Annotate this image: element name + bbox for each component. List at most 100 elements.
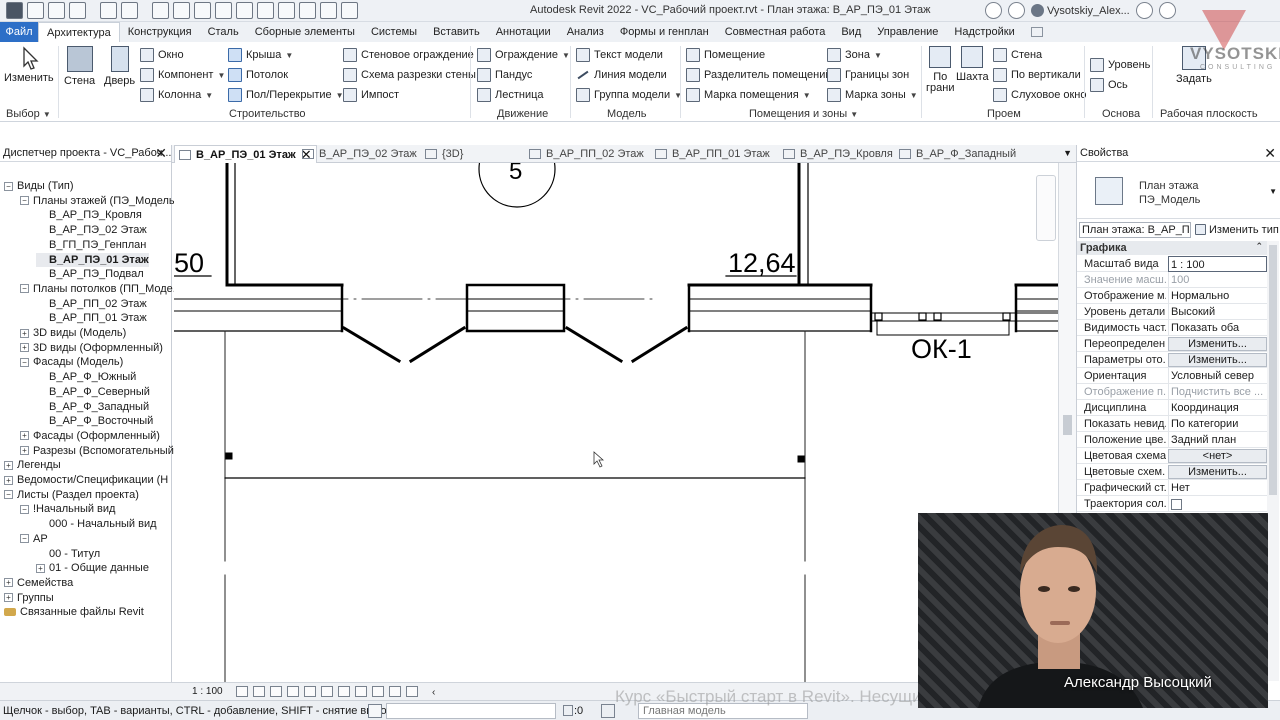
tab-collaborate[interactable]: Совместная работа xyxy=(717,22,834,42)
properties-scrollbar[interactable] xyxy=(1267,241,1279,681)
tree-node[interactable]: − Планы потолков (ПП_Моде... xyxy=(20,282,182,296)
tree-node[interactable]: В_ГП_ПЭ_Генплан xyxy=(36,238,146,252)
scroll-left-icon[interactable]: ‹ xyxy=(432,687,435,698)
search-icon[interactable] xyxy=(1008,2,1025,19)
temporary-hide-icon[interactable] xyxy=(355,686,367,697)
stair-button[interactable]: Лестница xyxy=(477,87,544,103)
text-icon[interactable] xyxy=(236,2,253,19)
document-tab[interactable]: В_АР_ПЭ_01 Этаж ✕ xyxy=(174,145,317,163)
floor-button[interactable]: Пол/Перекрытие ▼ xyxy=(228,87,344,103)
model-group-button[interactable]: Группа модели ▼ xyxy=(576,87,682,103)
railing-button[interactable]: Ограждение ▼ xyxy=(477,47,570,63)
worksharing-display-icon[interactable] xyxy=(389,686,401,697)
tree-node[interactable]: +3D виды (Оформленный) xyxy=(20,341,163,355)
dimension-right-text[interactable]: 12,64 xyxy=(728,248,796,278)
grid-button[interactable]: Ось xyxy=(1090,77,1128,93)
expand-icon[interactable]: + xyxy=(20,328,29,338)
sun-path-checkbox[interactable] xyxy=(1171,499,1182,510)
wall-button[interactable]: Стена xyxy=(64,46,95,87)
tree-node[interactable]: − Виды (Тип) xyxy=(4,179,74,193)
tab-architecture[interactable]: Архитектура xyxy=(38,22,120,42)
expand-icon[interactable]: + xyxy=(20,431,29,441)
active-workset-select[interactable] xyxy=(386,703,556,719)
thin-lines-icon[interactable] xyxy=(299,2,316,19)
tab-analyze[interactable]: Анализ xyxy=(559,22,612,42)
area-button[interactable]: Зона ▼ xyxy=(827,47,882,63)
collapse-icon[interactable]: ⌃ xyxy=(1255,241,1263,252)
graphics-group-header[interactable]: Графика ⌃ xyxy=(1077,241,1267,255)
expand-icon[interactable]: + xyxy=(4,593,13,603)
door-button[interactable]: Дверь xyxy=(104,46,135,87)
tab-file[interactable]: Файл xyxy=(0,22,38,42)
property-edit-button[interactable]: <нет> xyxy=(1168,449,1267,463)
document-tab[interactable]: {3D} xyxy=(425,145,463,163)
tab-massing-site[interactable]: Формы и генплан xyxy=(612,22,717,42)
tree-node[interactable]: − Фасады (Модель) xyxy=(20,355,123,369)
tab-steel[interactable]: Сталь xyxy=(200,22,247,42)
dimension-icon[interactable] xyxy=(194,2,211,19)
set-workplane-button[interactable]: Задать xyxy=(1176,46,1212,85)
cart-icon[interactable] xyxy=(1135,2,1153,19)
filter-icon[interactable] xyxy=(563,705,573,716)
tree-node[interactable]: В_АР_ПП_02 Этаж xyxy=(36,297,147,311)
tab-systems[interactable]: Системы xyxy=(363,22,425,42)
ceiling-button[interactable]: Потолок xyxy=(228,67,288,83)
close-icon[interactable]: ✕ xyxy=(155,145,167,162)
expand-icon[interactable]: + xyxy=(4,475,13,485)
property-edit-button[interactable]: Изменить... xyxy=(1168,465,1267,479)
tree-node[interactable]: − Листы (Раздел проекта) xyxy=(4,488,139,502)
tree-node[interactable]: + Фасады (Оформленный) xyxy=(20,429,160,443)
vertical-opening-button[interactable]: По вертикали xyxy=(993,67,1081,83)
collapse-icon[interactable]: − xyxy=(20,534,29,544)
document-tab[interactable]: В_АР_ПЭ_02 Этаж xyxy=(302,145,417,163)
ribbon-minimize-toggle[interactable] xyxy=(1030,22,1043,42)
expand-icon[interactable]: + xyxy=(4,460,13,470)
design-options-icon[interactable] xyxy=(601,704,615,718)
sync-icon[interactable] xyxy=(69,2,86,19)
dormer-button[interactable]: Слуховое окно xyxy=(993,87,1087,103)
tree-node[interactable]: В_АР_ПП_01 Этаж xyxy=(36,311,147,325)
help-icon[interactable] xyxy=(1158,2,1176,19)
select-panel-label[interactable]: Выбор ▼ xyxy=(6,108,51,120)
default-3d-view-icon[interactable] xyxy=(257,2,274,19)
collapse-icon[interactable]: − xyxy=(20,196,29,206)
tab-precast[interactable]: Сборные элементы xyxy=(247,22,363,42)
tree-node[interactable]: В_АР_ПЭ_02 Этаж xyxy=(36,223,147,237)
tree-node[interactable]: − АР xyxy=(20,532,48,546)
expand-icon[interactable]: + xyxy=(20,446,29,456)
curtain-grid-button[interactable]: Схема разрезки стены xyxy=(343,67,476,83)
scrollbar-thumb[interactable] xyxy=(1063,415,1072,435)
revit-app-icon[interactable] xyxy=(6,2,23,19)
window-button[interactable]: Окно xyxy=(140,47,184,63)
by-face-button[interactable]: По грани xyxy=(926,46,954,94)
column-button[interactable]: Колонна ▼ xyxy=(140,87,213,103)
document-tab[interactable]: В_АР_ПЭ_Кровля xyxy=(783,145,893,163)
room-button[interactable]: Помещение xyxy=(686,47,765,63)
property-edit-button[interactable]: Изменить... xyxy=(1168,337,1267,351)
mullion-button[interactable]: Импост xyxy=(343,87,399,103)
dimension-left-text[interactable]: 50 xyxy=(174,248,204,278)
shaft-button[interactable]: Шахта xyxy=(956,46,989,83)
analytical-model-icon[interactable] xyxy=(406,686,418,697)
view-scale-input[interactable]: 1 : 100 xyxy=(1168,256,1267,272)
link-icon[interactable] xyxy=(4,608,16,617)
collaborate-icon[interactable] xyxy=(985,2,1002,19)
visual-style-icon[interactable] xyxy=(253,686,265,697)
sun-path-icon[interactable] xyxy=(270,686,282,697)
tree-node[interactable]: + Семейства xyxy=(4,576,73,590)
tree-node[interactable]: + Легенды xyxy=(4,458,61,472)
tree-node[interactable]: В_АР_ПЭ_Кровля xyxy=(36,208,142,222)
edit-type-button[interactable]: Изменить тип xyxy=(1195,224,1279,236)
document-tab[interactable]: В_АР_Ф_Западный xyxy=(899,145,1016,163)
switch-windows-icon[interactable] xyxy=(341,2,358,19)
area-boundary-button[interactable]: Границы зон xyxy=(827,67,909,83)
view-scale[interactable]: 1 : 100 xyxy=(192,686,223,697)
show-crop-icon[interactable] xyxy=(321,686,333,697)
redo-icon[interactable] xyxy=(121,2,138,19)
reveal-hidden-icon[interactable] xyxy=(372,686,384,697)
tree-node[interactable]: В_АР_Ф_Восточный xyxy=(36,414,153,428)
save-icon[interactable] xyxy=(48,2,65,19)
collapse-icon[interactable]: − xyxy=(4,181,13,191)
chevron-down-icon[interactable]: ▼ xyxy=(1269,187,1277,196)
tree-node[interactable]: Связанные файлы Revit xyxy=(4,605,144,619)
